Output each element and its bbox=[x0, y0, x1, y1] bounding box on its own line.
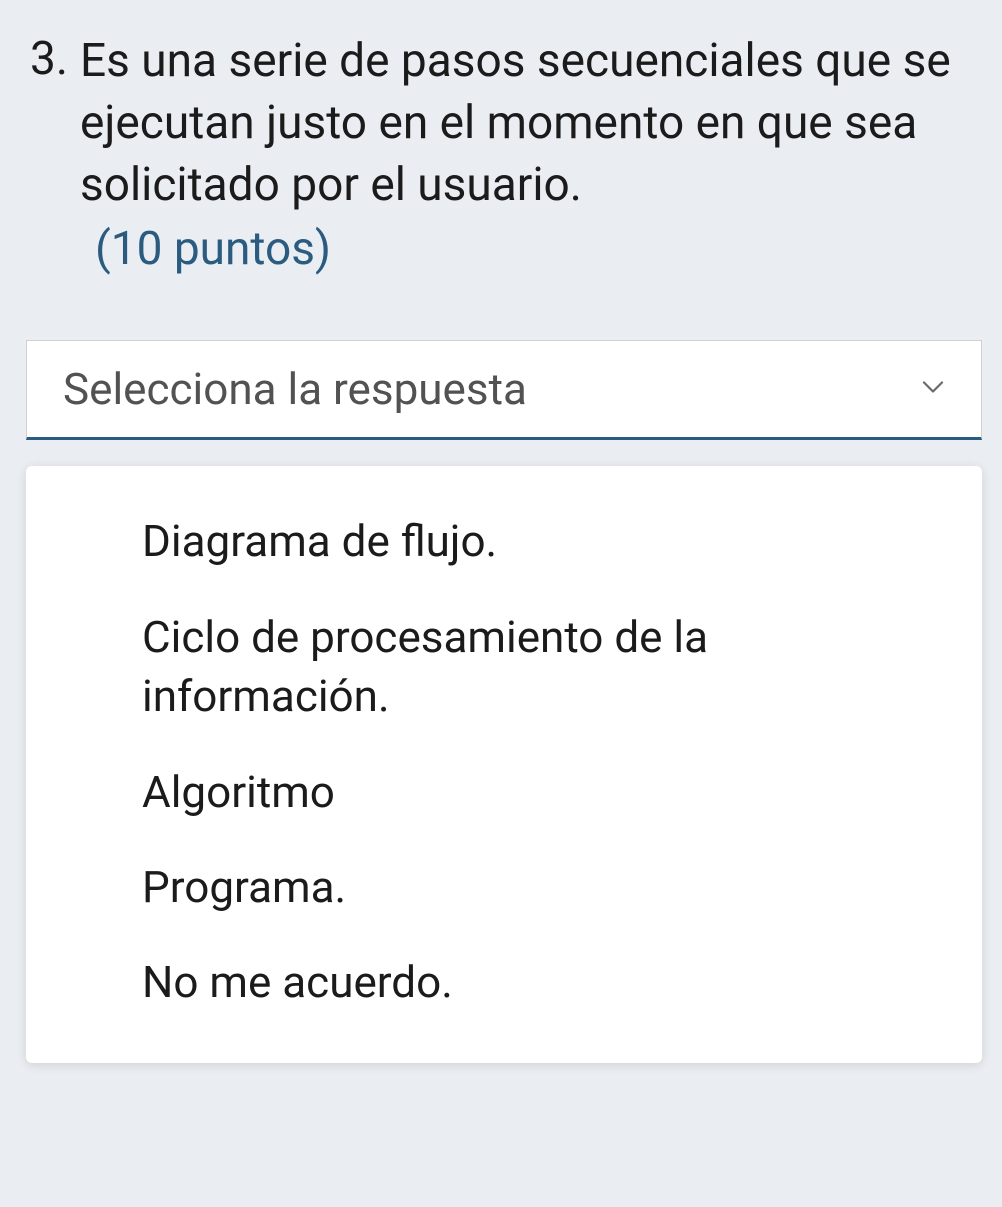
question-number: 3. bbox=[30, 30, 68, 90]
question-text-wrap: Es una serie de pasos secuenciales que s… bbox=[80, 30, 982, 280]
option-programa[interactable]: Programa. bbox=[26, 840, 982, 935]
question-row: 3. Es una serie de pasos secuenciales qu… bbox=[30, 30, 982, 280]
option-no-me-acuerdo[interactable]: No me acuerdo. bbox=[26, 935, 982, 1030]
chevron-down-icon bbox=[915, 369, 951, 409]
question-container: 3. Es una serie de pasos secuenciales qu… bbox=[0, 0, 1002, 1093]
answer-select[interactable]: Selecciona la respuesta bbox=[26, 340, 982, 440]
question-text: Es una serie de pasos secuenciales que s… bbox=[80, 30, 982, 216]
option-ciclo-de-procesamiento[interactable]: Ciclo de procesamiento de la información… bbox=[26, 590, 982, 745]
dropdown-list: Diagrama de flujo. Ciclo de procesamient… bbox=[26, 466, 982, 1062]
option-diagrama-de-flujo[interactable]: Diagrama de flujo. bbox=[26, 494, 982, 589]
option-algoritmo[interactable]: Algoritmo bbox=[26, 745, 982, 840]
select-placeholder: Selecciona la respuesta bbox=[63, 363, 527, 415]
question-points: (10 puntos) bbox=[95, 218, 982, 280]
